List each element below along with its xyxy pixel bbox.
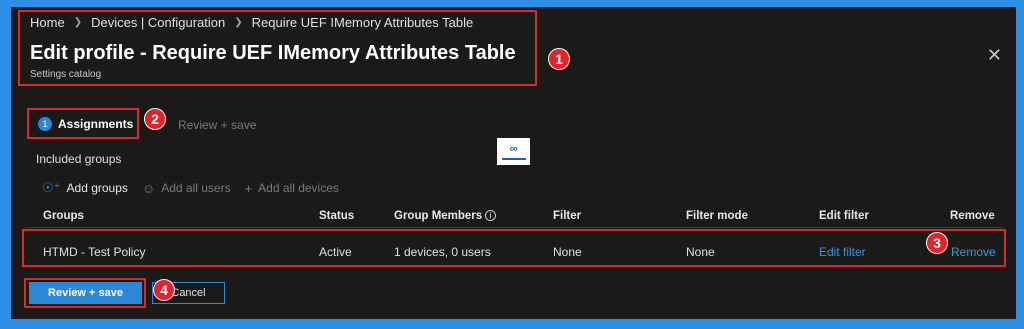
add-groups-label: Add groups bbox=[66, 181, 128, 195]
callout-box-review-save bbox=[24, 278, 146, 308]
group-actions: ☉⁺ Add groups ☺ Add all users + Add all … bbox=[42, 180, 339, 196]
callout-badge-1: 1 bbox=[548, 48, 570, 70]
table-header: Groups Status Group Members i Filter Filt… bbox=[25, 204, 1003, 228]
tab-review-save[interactable]: Review + save bbox=[178, 118, 256, 132]
callout-box-row bbox=[22, 229, 1006, 267]
callout-box-assignments bbox=[27, 108, 139, 139]
watermark-logo: ∞ bbox=[497, 138, 530, 165]
col-group-members: Group Members i bbox=[394, 210, 497, 222]
add-all-devices-label: Add all devices bbox=[258, 181, 339, 195]
add-all-users-label: Add all users bbox=[161, 181, 231, 195]
logo-bar bbox=[501, 157, 526, 160]
col-edit-filter: Edit filter bbox=[819, 210, 869, 222]
col-filter-mode: Filter mode bbox=[686, 210, 748, 222]
plus-icon: + bbox=[244, 180, 253, 196]
add-groups-button[interactable]: ☉⁺ Add groups bbox=[42, 180, 128, 196]
callout-box-header bbox=[18, 10, 537, 86]
tab-review-save-label: Review + save bbox=[178, 118, 257, 132]
col-status: Status bbox=[319, 210, 355, 222]
add-all-users-button[interactable]: ☺ Add all users bbox=[142, 180, 231, 196]
callout-badge-3: 3 bbox=[926, 232, 948, 254]
col-filter: Filter bbox=[553, 210, 582, 222]
edit-profile-panel: Home ❯ Devices | Configuration ❯ Require… bbox=[11, 7, 1016, 319]
info-icon[interactable]: i bbox=[485, 210, 497, 222]
callout-badge-4: 4 bbox=[153, 279, 175, 301]
add-group-icon: ☉⁺ bbox=[42, 180, 61, 195]
col-group-members-label: Group Members bbox=[394, 210, 483, 222]
callout-badge-2: 2 bbox=[144, 108, 166, 130]
col-remove: Remove bbox=[950, 210, 995, 222]
logo-mark: ∞ bbox=[509, 142, 518, 155]
included-groups-label: Included groups bbox=[36, 152, 122, 166]
add-all-devices-button[interactable]: + Add all devices bbox=[245, 180, 339, 196]
users-icon: ☺ bbox=[141, 180, 156, 196]
col-groups: Groups bbox=[43, 210, 84, 222]
close-icon[interactable]: ✕ bbox=[987, 45, 1002, 66]
